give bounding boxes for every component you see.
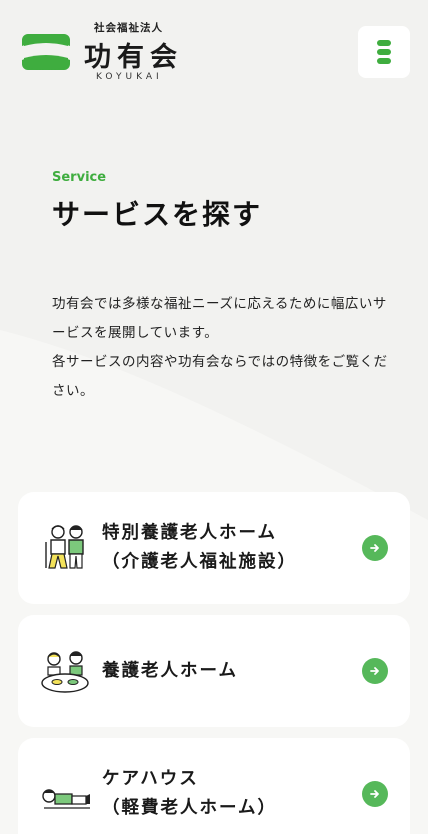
site-header: 社会福祉法人 功有会 KOYUKAI	[0, 0, 428, 100]
logo-romanized: KOYUKAI	[96, 72, 163, 82]
elderly-couple-illustration	[45, 525, 84, 569]
service-label: ケアハウス （軽費老人ホーム）	[102, 765, 277, 823]
page-title: サービスを探す	[52, 198, 263, 231]
service-label-line: ケアハウス	[102, 769, 199, 789]
service-label: 養護老人ホーム	[102, 657, 238, 686]
service-card-yougo[interactable]: 養護老人ホーム	[18, 615, 410, 727]
service-arrow-button[interactable]	[362, 658, 388, 684]
service-arrow-button[interactable]	[362, 781, 388, 807]
description-paragraph: 功有会では多様な福祉ニーズに応えるために幅広いサービスを展開しています。	[52, 296, 387, 341]
service-label-line: 養護老人ホーム	[102, 661, 238, 681]
arrow-right-icon	[370, 544, 379, 552]
service-label-line: （軽費老人ホーム）	[102, 798, 277, 818]
arrow-right-icon	[370, 790, 379, 798]
menu-icon	[377, 40, 391, 64]
logo-subtitle: 社会福祉法人	[94, 22, 163, 34]
service-label: 特別養護老人ホーム （介護老人福祉施設）	[102, 519, 297, 577]
arrow-right-icon	[370, 667, 379, 675]
logo-mark-icon	[22, 34, 70, 70]
site-logo[interactable]: 社会福祉法人 功有会 KOYUKAI	[22, 20, 182, 84]
service-card-tokuyou[interactable]: 特別養護老人ホーム （介護老人福祉施設）	[18, 492, 410, 604]
service-card-carehouse[interactable]: ケアハウス （軽費老人ホーム）	[18, 738, 410, 834]
page: 社会福祉法人 功有会 KOYUKAI Service サービスを探す 功有会では…	[0, 0, 428, 834]
section-description: 功有会では多様な福祉ニーズに応えるために幅広いサービスを展開しています。 各サー…	[52, 290, 388, 406]
service-label-line: （介護老人福祉施設）	[102, 552, 297, 572]
people-eating-illustration	[41, 651, 89, 693]
service-arrow-button[interactable]	[362, 535, 388, 561]
person-resting-illustration	[42, 789, 90, 809]
service-label-line: 特別養護老人ホーム	[102, 523, 277, 543]
menu-button[interactable]	[358, 26, 410, 78]
section-eyebrow: Service	[52, 170, 107, 185]
logo-name: 功有会	[84, 42, 183, 73]
description-paragraph: 各サービスの内容や功有会ならではの特徴をご覧ください。	[52, 354, 388, 399]
